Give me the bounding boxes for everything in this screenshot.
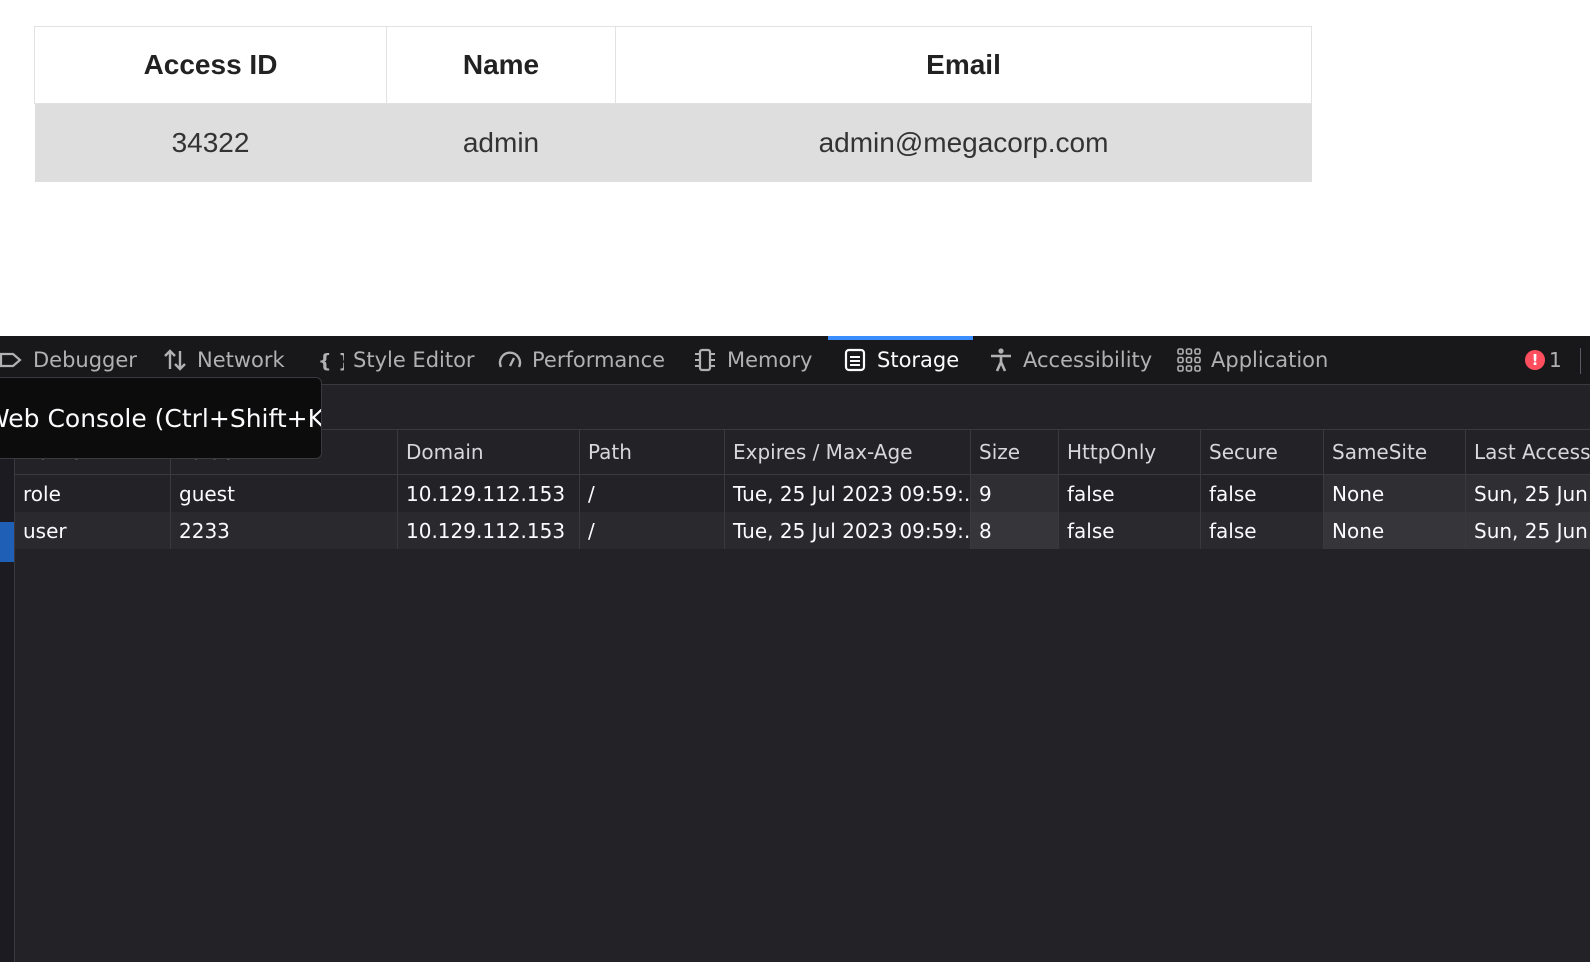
sidebar-selected-item[interactable]: [0, 522, 14, 562]
table-row[interactable]: role guest 10.129.112.153 / Tue, 25 Jul …: [15, 475, 1590, 512]
column-header-httponly[interactable]: HttpOnly: [1058, 430, 1200, 474]
tab-label: Accessibility: [1023, 348, 1153, 372]
error-icon: !: [1525, 350, 1545, 370]
column-header-samesite[interactable]: SameSite: [1323, 430, 1465, 474]
access-id-cell: 34322: [34, 103, 387, 182]
cookie-last-accessed-cell[interactable]: Sun, 25 Jun: [1465, 475, 1590, 512]
tab-label: Storage: [877, 348, 960, 372]
column-header-email: Email: [615, 26, 1312, 104]
name-cell: admin: [386, 103, 616, 182]
table-row[interactable]: user 2233 10.129.112.153 / Tue, 25 Jul 2…: [15, 512, 1590, 549]
tab-label: Memory: [727, 348, 813, 372]
column-header-last-accessed[interactable]: Last Accessed: [1465, 430, 1590, 474]
tab-performance[interactable]: Performance: [497, 336, 665, 384]
cookie-domain-cell[interactable]: 10.129.112.153: [397, 512, 579, 549]
toolbar-divider: [1580, 348, 1581, 374]
column-header-expires[interactable]: Expires / Max-Age: [724, 430, 970, 474]
cookie-expires-cell[interactable]: Tue, 25 Jul 2023 09:59:…: [724, 475, 970, 512]
performance-icon: [498, 351, 522, 368]
tab-label: Performance: [532, 348, 666, 372]
cookie-size-cell[interactable]: 9: [970, 475, 1058, 512]
cookie-httponly-cell[interactable]: false: [1058, 475, 1200, 512]
network-icon: [164, 349, 186, 371]
cookie-path-cell[interactable]: /: [579, 512, 724, 549]
cookie-domain-cell[interactable]: 10.129.112.153: [397, 475, 579, 512]
cookie-httponly-cell[interactable]: false: [1058, 512, 1200, 549]
error-count: 1: [1549, 348, 1562, 372]
web-console-tooltip: Web Console (Ctrl+Shift+K): [0, 377, 322, 459]
application-icon: [1177, 348, 1201, 372]
tooltip-text: Web Console (Ctrl+Shift+K): [0, 403, 322, 433]
storage-icon: [844, 348, 866, 372]
cookie-size-cell[interactable]: 8: [970, 512, 1058, 549]
cookie-name-cell[interactable]: role: [15, 475, 170, 512]
tab-application[interactable]: Application: [1176, 336, 1328, 384]
cookie-value-cell[interactable]: 2233: [170, 512, 397, 549]
column-header-path[interactable]: Path: [579, 430, 724, 474]
table-header-row: Access ID Name Email: [34, 26, 1312, 104]
cookie-samesite-cell[interactable]: None: [1323, 512, 1465, 549]
tab-style-editor[interactable]: { } Style Editor: [318, 336, 475, 384]
cookie-expires-cell[interactable]: Tue, 25 Jul 2023 09:59:…: [724, 512, 970, 549]
storage-sidebar[interactable]: [0, 385, 15, 962]
cookie-last-accessed-cell[interactable]: Sun, 25 Jun: [1465, 512, 1590, 549]
cookie-path-cell[interactable]: /: [579, 475, 724, 512]
cookie-samesite-cell[interactable]: None: [1323, 475, 1465, 512]
tab-label: Style Editor: [353, 348, 475, 372]
tab-accessibility[interactable]: Accessibility: [988, 336, 1152, 384]
svg-text:{ }: { }: [318, 350, 344, 372]
cookie-value-cell[interactable]: guest: [170, 475, 397, 512]
tab-storage[interactable]: Storage: [828, 336, 974, 384]
column-header-secure[interactable]: Secure: [1200, 430, 1323, 474]
tab-label: Debugger: [33, 348, 137, 372]
table-row: 34322 admin admin@megacorp.com: [34, 103, 1312, 182]
web-page: Access ID Name Email 34322 admin admin@m…: [0, 0, 1590, 336]
style-editor-icon: { }: [318, 350, 344, 372]
cookie-name-cell[interactable]: user: [15, 512, 170, 549]
column-header-access-id: Access ID: [34, 26, 387, 104]
debugger-icon: [0, 352, 22, 368]
tab-label: Application: [1211, 348, 1329, 372]
error-count-badge[interactable]: ! 1: [1525, 348, 1562, 372]
memory-icon: [695, 348, 715, 372]
tab-label: Network: [197, 348, 285, 372]
cookie-secure-cell[interactable]: false: [1200, 512, 1323, 549]
access-table: Access ID Name Email 34322 admin admin@m…: [34, 26, 1312, 182]
cookie-secure-cell[interactable]: false: [1200, 475, 1323, 512]
tab-memory[interactable]: Memory: [692, 336, 812, 384]
email-cell: admin@megacorp.com: [615, 103, 1312, 182]
column-header-name: Name: [386, 26, 616, 104]
accessibility-icon: [991, 348, 1011, 372]
column-header-size[interactable]: Size: [970, 430, 1058, 474]
column-header-domain[interactable]: Domain: [397, 430, 579, 474]
